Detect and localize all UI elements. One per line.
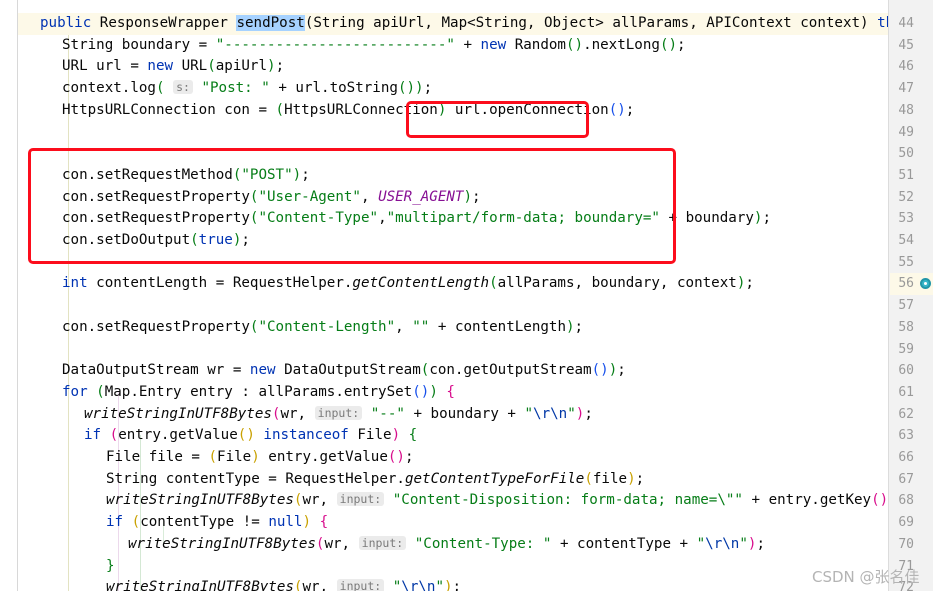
code-line-text: URL url = new URL(apiUrl); [62, 58, 285, 75]
gutter-line-number-47[interactable]: 47 [898, 78, 914, 100]
code-line-58[interactable]: con.setRequestProperty("Content-Length",… [18, 317, 583, 339]
code-line-text: if (contentType != null) { [106, 514, 329, 531]
code-line-text: con.setRequestMethod("POST"); [62, 166, 310, 183]
code-line-text: writeStringInUTF8Bytes(wr, input: "--" +… [84, 405, 593, 422]
code-line-text: writeStringInUTF8Bytes(wr, input: "Conte… [128, 535, 765, 552]
code-line-56[interactable]: int contentLength = RequestHelper.getCon… [18, 273, 754, 295]
gutter-line-number-56[interactable]: 56 [898, 273, 914, 295]
code-line-50[interactable] [18, 143, 62, 165]
gutter-line-number-51[interactable]: 51 [898, 165, 914, 187]
code-line-45[interactable]: String boundary = "---------------------… [18, 35, 686, 57]
code-editor[interactable]: public ResponseWrapper sendPost(String a… [0, 0, 933, 591]
code-line-57[interactable] [18, 295, 62, 317]
gutter-line-number-62[interactable]: 62 [898, 404, 914, 426]
code-line-51[interactable]: con.setRequestMethod("POST"); [18, 165, 310, 187]
gutter-line-number-52[interactable]: 52 [898, 187, 914, 209]
code-line-44[interactable]: public ResponseWrapper sendPost(String a… [18, 13, 888, 35]
code-line-text: } [106, 557, 115, 574]
code-line-69[interactable]: if (contentType != null) { [18, 512, 328, 534]
gutter-line-number-61[interactable]: 61 [898, 382, 914, 404]
code-line-48[interactable]: HttpsURLConnection con = (HttpsURLConnec… [18, 100, 634, 122]
code-text-area[interactable]: public ResponseWrapper sendPost(String a… [18, 0, 888, 591]
csdn-watermark: CSDN @张名佳 [812, 568, 920, 586]
code-line-72[interactable]: writeStringInUTF8Bytes(wr, input: "\r\n"… [18, 577, 461, 591]
code-line-text: String boundary = "---------------------… [62, 36, 686, 53]
line-number-gutter[interactable]: 44 45 46 47 48 49 50 51 52 53 54 55 56 57 58 59 60 61 62 63… [888, 0, 933, 591]
code-line-70[interactable]: writeStringInUTF8Bytes(wr, input: "Conte… [18, 534, 765, 556]
gutter-line-number-46[interactable]: 46 [898, 56, 914, 78]
code-line-55[interactable] [18, 252, 62, 274]
code-line-text: String contentType = RequestHelper.getCo… [106, 470, 645, 487]
code-line-47[interactable]: context.log( s: "Post: " + url.toString(… [18, 78, 432, 100]
editor-left-margin [0, 0, 18, 591]
code-line-52[interactable]: con.setRequestProperty("User-Agent", USE… [18, 187, 481, 209]
code-line-text: File file = (File) entry.getValue(); [106, 449, 414, 465]
code-line-49[interactable] [18, 122, 62, 144]
code-line-text: int contentLength = RequestHelper.getCon… [62, 275, 754, 292]
code-line-62[interactable]: writeStringInUTF8Bytes(wr, input: "--" +… [18, 404, 593, 426]
gutter-line-number-45[interactable]: 45 [898, 35, 914, 57]
gutter-line-number-70[interactable]: 70 [898, 534, 914, 556]
gutter-line-number-69[interactable]: 69 [898, 512, 914, 534]
code-line-53[interactable]: con.setRequestProperty("Content-Type","m… [18, 208, 771, 230]
gutter-line-number-44[interactable]: 44 [898, 13, 914, 35]
gutter-line-number-49[interactable]: 49 [898, 122, 914, 144]
code-line-text: public ResponseWrapper sendPost(String a… [40, 15, 888, 31]
gutter-line-number-63[interactable]: 63 [898, 425, 914, 447]
gutter-line-number-67[interactable]: 67 [898, 469, 914, 491]
code-line-63[interactable]: if (entry.getValue() instanceof File) { [18, 425, 417, 447]
gutter-line-number-59[interactable]: 59 [898, 339, 914, 361]
code-line-text: if (entry.getValue() instanceof File) { [84, 427, 418, 444]
code-line-text: con.setDoOutput(true); [62, 232, 250, 248]
code-line-46[interactable]: URL url = new URL(apiUrl); [18, 56, 284, 78]
code-line-text: for (Map.Entry entry : allParams.entrySe… [62, 383, 455, 400]
gutter-line-number-50[interactable]: 50 [898, 143, 914, 165]
code-line-67[interactable]: String contentType = RequestHelper.getCo… [18, 469, 644, 491]
code-line-54[interactable]: con.setDoOutput(true); [18, 230, 250, 252]
gutter-line-number-60[interactable]: 60 [898, 360, 914, 382]
gutter-line-number-68[interactable]: 68 [898, 490, 914, 512]
code-line-71[interactable]: } [18, 556, 115, 578]
code-line-text: HttpsURLConnection con = (HttpsURLConnec… [62, 101, 635, 118]
gutter-line-number-48[interactable]: 48 [898, 100, 914, 122]
code-line-text: con.setRequestProperty("Content-Type","m… [62, 210, 772, 227]
code-line-text: DataOutputStream wr = new DataOutputStre… [62, 362, 626, 379]
code-line-61[interactable]: for (Map.Entry entry : allParams.entrySe… [18, 382, 455, 404]
gutter-line-number-58[interactable]: 58 [898, 317, 914, 339]
code-line-text: writeStringInUTF8Bytes(wr, input: "\r\n"… [18, 577, 461, 591]
gutter-line-number-55[interactable]: 55 [898, 252, 914, 274]
code-line-text: writeStringInUTF8Bytes(wr, input: "Conte… [106, 492, 888, 509]
code-line-66[interactable]: File file = (File) entry.getValue(); [18, 447, 414, 469]
gutter-line-number-57[interactable]: 57 [898, 295, 914, 317]
code-line-text: con.setRequestProperty("User-Agent", USE… [62, 188, 481, 205]
gutter-line-number-66[interactable]: 66 [898, 447, 914, 469]
code-line-60[interactable]: DataOutputStream wr = new DataOutputStre… [18, 360, 626, 382]
code-line-text: context.log( s: "Post: " + url.toString(… [62, 80, 433, 97]
code-line-text: con.setRequestProperty("Content-Length",… [62, 318, 584, 335]
gutter-line-number-53[interactable]: 53 [898, 208, 914, 230]
gutter-line-number-54[interactable]: 54 [898, 230, 914, 252]
code-line-68[interactable]: writeStringInUTF8Bytes(wr, input: "Conte… [18, 490, 888, 512]
code-line-59[interactable] [18, 339, 62, 361]
